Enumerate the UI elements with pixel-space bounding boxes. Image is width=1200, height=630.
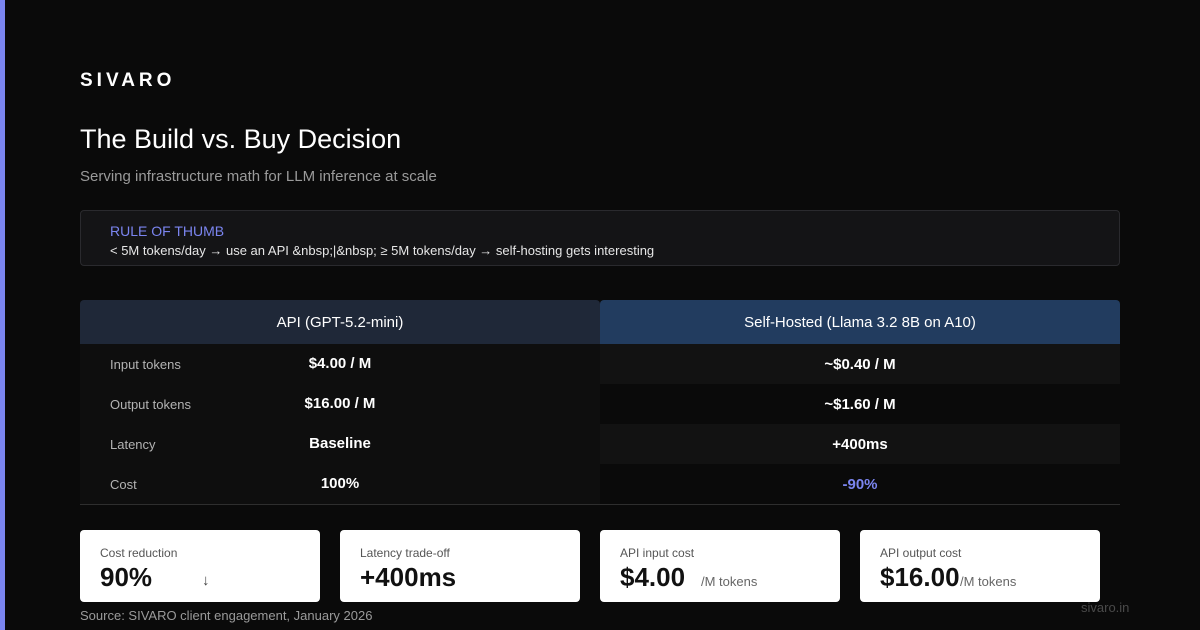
brand-logo: SIVARO xyxy=(80,70,176,91)
api-value: $4.00 / M xyxy=(308,355,372,372)
down-arrow-icon: ↓ xyxy=(202,572,210,589)
page-title: The Build vs. Buy Decision xyxy=(80,124,402,154)
stat-value: +400ms xyxy=(360,562,457,592)
comparison-table: API (GPT-5.2-mini) Self-Hosted (Llama 3.… xyxy=(80,300,1120,505)
table-divider xyxy=(80,504,1120,505)
api-cell: Input tokens $4.00 / M xyxy=(80,344,600,384)
stat-label: Latency trade-off xyxy=(360,546,450,560)
stat-unit: /M tokens xyxy=(960,574,1017,589)
stat-value: 90% xyxy=(100,562,153,592)
table-header: API (GPT-5.2-mini) Self-Hosted (Llama 3.… xyxy=(80,300,1120,344)
api-cell: Latency Baseline xyxy=(80,424,600,464)
api-value: 100% xyxy=(320,475,360,492)
self-hosted-value: ~$1.60 / M xyxy=(824,395,896,413)
stat-value: $16.00 xyxy=(880,562,960,592)
api-value: Baseline xyxy=(309,435,371,452)
brand-domain: sivaro.in xyxy=(1081,600,1130,615)
stat-label: Cost reduction xyxy=(100,546,178,560)
column-header-api: API (GPT-5.2-mini) xyxy=(80,300,600,344)
stat-value: $4.00 xyxy=(620,562,686,592)
stat-cards: Cost reduction 90% ↓ Latency trade-off +… xyxy=(80,530,1100,602)
table-row: Output tokens $16.00 / M ~$1.60 / M xyxy=(80,384,1120,424)
page-subtitle: Serving infrastructure math for LLM infe… xyxy=(80,168,437,185)
self-hosted-value: -90% xyxy=(842,475,878,493)
api-cell: Cost 100% xyxy=(80,464,600,504)
stat-card-cost-reduction: Cost reduction 90% ↓ xyxy=(80,530,320,602)
table-row: Input tokens $4.00 / M ~$0.40 / M xyxy=(80,344,1120,384)
stat-card-api-input-cost: API input cost $4.00 /M tokens xyxy=(600,530,840,602)
accent-bar xyxy=(0,0,5,630)
stat-label: API output cost xyxy=(880,546,962,560)
api-cell: Output tokens $16.00 / M xyxy=(80,384,600,424)
self-hosted-value: ~$0.40 / M xyxy=(824,355,896,373)
column-header-self-hosted: Self-Hosted (Llama 3.2 8B on A10) xyxy=(600,300,1120,344)
table-row: Latency Baseline +400ms xyxy=(80,424,1120,464)
stat-unit: /M tokens xyxy=(701,574,758,589)
stat-label: API input cost xyxy=(620,546,695,560)
api-value: $16.00 / M xyxy=(304,395,376,412)
rule-label: RULE OF THUMB xyxy=(110,223,225,239)
rule-text: < 5M tokens/day → use an API &nbsp;|&nbs… xyxy=(110,243,655,258)
stat-card-latency: Latency trade-off +400ms xyxy=(340,530,580,602)
self-hosted-value: +400ms xyxy=(832,435,888,453)
stat-card-api-output-cost: API output cost $16.00 /M tokens xyxy=(860,530,1100,602)
table-row: Cost 100% -90% xyxy=(80,464,1120,504)
rule-of-thumb-callout: RULE OF THUMB < 5M tokens/day → use an A… xyxy=(80,210,1120,266)
source-note: Source: SIVARO client engagement, Januar… xyxy=(80,608,373,623)
